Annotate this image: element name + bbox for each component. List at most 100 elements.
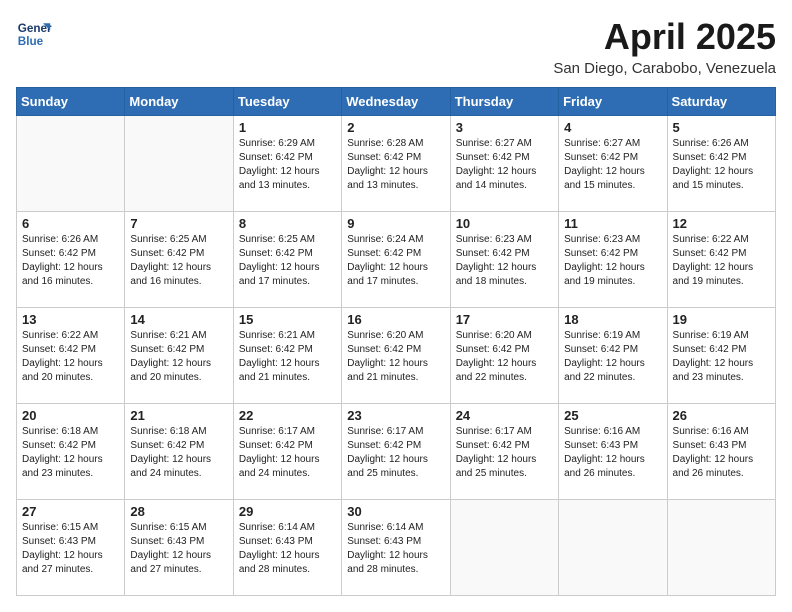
calendar-cell: 28Sunrise: 6:15 AMSunset: 6:43 PMDayligh… <box>125 500 233 596</box>
day-number: 4 <box>564 120 661 135</box>
day-number: 5 <box>673 120 770 135</box>
day-number: 2 <box>347 120 444 135</box>
calendar-cell <box>559 500 667 596</box>
title-block: April 2025 San Diego, Carabobo, Venezuel… <box>553 16 776 77</box>
day-number: 16 <box>347 312 444 327</box>
cell-info: Sunrise: 6:16 AMSunset: 6:43 PMDaylight:… <box>564 425 661 481</box>
calendar-cell: 5 Sunrise: 6:26 AMSunset: 6:42 PMDaylight… <box>667 116 775 212</box>
calendar-week-row: 20 Sunrise: 6:18 AMSunset: 6:42 PMDayligh… <box>17 404 776 500</box>
calendar-cell: 30Sunrise: 6:14 AMSunset: 6:43 PMDayligh… <box>342 500 450 596</box>
day-number: 27 <box>22 504 119 519</box>
day-of-week-header: Thursday <box>450 88 558 116</box>
calendar-cell: 16 Sunrise: 6:20 AMSunset: 6:42 PMDayligh… <box>342 308 450 404</box>
cell-info: Sunrise: 6:21 AMSunset: 6:42 PMDaylight:… <box>239 329 336 385</box>
calendar-cell: 3Sunrise: 6:27 AMSunset: 6:42 PMDaylight… <box>450 116 558 212</box>
day-of-week-header: Wednesday <box>342 88 450 116</box>
calendar-cell: 13 Sunrise: 6:22 AMSunset: 6:42 PMDayligh… <box>17 308 125 404</box>
calendar-cell <box>125 116 233 212</box>
day-number: 22 <box>239 408 336 423</box>
logo: General Blue <box>16 16 52 52</box>
day-number: 7 <box>130 216 227 231</box>
day-number: 9 <box>347 216 444 231</box>
day-number: 6 <box>22 216 119 231</box>
day-number: 13 <box>22 312 119 327</box>
calendar-cell: 29 Sunrise: 6:14 AMSunset: 6:43 PMDayligh… <box>233 500 341 596</box>
day-number: 17 <box>456 312 553 327</box>
day-number: 25 <box>564 408 661 423</box>
cell-info: Sunrise: 6:22 AMSunset: 6:42 PMDaylight:… <box>22 329 119 385</box>
day-of-week-header: Monday <box>125 88 233 116</box>
day-number: 29 <box>239 504 336 519</box>
calendar-cell: 12Sunrise: 6:22 AMSunset: 6:42 PMDayligh… <box>667 212 775 308</box>
cell-info: Sunrise: 6:20 AMSunset: 6:42 PMDaylight:… <box>347 329 444 385</box>
calendar-cell: 1Sunrise: 6:29 AMSunset: 6:42 PMDaylight… <box>233 116 341 212</box>
day-number: 8 <box>239 216 336 231</box>
calendar-cell: 9 Sunrise: 6:24 AMSunset: 6:42 PMDaylight… <box>342 212 450 308</box>
cell-info: Sunrise: 6:17 AMSunset: 6:42 PMDaylight:… <box>456 425 553 481</box>
calendar-cell: 24 Sunrise: 6:17 AMSunset: 6:42 PMDayligh… <box>450 404 558 500</box>
calendar-cell <box>17 116 125 212</box>
calendar-cell: 14Sunrise: 6:21 AMSunset: 6:42 PMDayligh… <box>125 308 233 404</box>
day-of-week-header: Sunday <box>17 88 125 116</box>
calendar-header-row: SundayMondayTuesdayWednesdayThursdayFrid… <box>17 88 776 116</box>
calendar-cell: 15 Sunrise: 6:21 AMSunset: 6:42 PMDayligh… <box>233 308 341 404</box>
month-title: April 2025 <box>553 16 776 58</box>
cell-info: Sunrise: 6:21 AMSunset: 6:42 PMDaylight:… <box>130 329 227 385</box>
calendar-cell: 8Sunrise: 6:25 AMSunset: 6:42 PMDaylight… <box>233 212 341 308</box>
cell-info: Sunrise: 6:28 AMSunset: 6:42 PMDaylight:… <box>347 137 444 193</box>
cell-info: Sunrise: 6:19 AMSunset: 6:42 PMDaylight:… <box>673 329 770 385</box>
calendar-cell: 20 Sunrise: 6:18 AMSunset: 6:42 PMDayligh… <box>17 404 125 500</box>
cell-info: Sunrise: 6:26 AMSunset: 6:42 PMDaylight:… <box>22 233 119 289</box>
calendar-cell: 6 Sunrise: 6:26 AMSunset: 6:42 PMDaylight… <box>17 212 125 308</box>
cell-info: Sunrise: 6:24 AMSunset: 6:42 PMDaylight:… <box>347 233 444 289</box>
calendar-cell: 22 Sunrise: 6:17 AMSunset: 6:42 PMDayligh… <box>233 404 341 500</box>
calendar-cell: 23 Sunrise: 6:17 AMSunset: 6:42 PMDayligh… <box>342 404 450 500</box>
cell-info: Sunrise: 6:27 AMSunset: 6:42 PMDaylight:… <box>564 137 661 193</box>
day-of-week-header: Saturday <box>667 88 775 116</box>
day-number: 23 <box>347 408 444 423</box>
cell-info: Sunrise: 6:23 AMSunset: 6:42 PMDaylight:… <box>564 233 661 289</box>
cell-info: Sunrise: 6:19 AMSunset: 6:42 PMDaylight:… <box>564 329 661 385</box>
cell-info: Sunrise: 6:26 AMSunset: 6:42 PMDaylight:… <box>673 137 770 193</box>
day-number: 20 <box>22 408 119 423</box>
day-number: 30 <box>347 504 444 519</box>
logo-icon: General Blue <box>16 16 52 52</box>
calendar-week-row: 27 Sunrise: 6:15 AMSunset: 6:43 PMDayligh… <box>17 500 776 596</box>
calendar-week-row: 1Sunrise: 6:29 AMSunset: 6:42 PMDaylight… <box>17 116 776 212</box>
day-number: 11 <box>564 216 661 231</box>
day-number: 18 <box>564 312 661 327</box>
location: San Diego, Carabobo, Venezuela <box>553 60 776 77</box>
day-of-week-header: Tuesday <box>233 88 341 116</box>
cell-info: Sunrise: 6:17 AMSunset: 6:42 PMDaylight:… <box>239 425 336 481</box>
cell-info: Sunrise: 6:18 AMSunset: 6:42 PMDaylight:… <box>130 425 227 481</box>
cell-info: Sunrise: 6:20 AMSunset: 6:42 PMDaylight:… <box>456 329 553 385</box>
header: General Blue April 2025 San Diego, Carab… <box>16 16 776 77</box>
calendar-cell: 18 Sunrise: 6:19 AMSunset: 6:42 PMDayligh… <box>559 308 667 404</box>
day-number: 24 <box>456 408 553 423</box>
cell-info: Sunrise: 6:17 AMSunset: 6:42 PMDaylight:… <box>347 425 444 481</box>
cell-info: Sunrise: 6:15 AMSunset: 6:43 PMDaylight:… <box>130 521 227 577</box>
cell-info: Sunrise: 6:25 AMSunset: 6:42 PMDaylight:… <box>130 233 227 289</box>
calendar-cell: 25 Sunrise: 6:16 AMSunset: 6:43 PMDayligh… <box>559 404 667 500</box>
cell-info: Sunrise: 6:18 AMSunset: 6:42 PMDaylight:… <box>22 425 119 481</box>
calendar-cell: 19 Sunrise: 6:19 AMSunset: 6:42 PMDayligh… <box>667 308 775 404</box>
cell-info: Sunrise: 6:15 AMSunset: 6:43 PMDaylight:… <box>22 521 119 577</box>
day-number: 19 <box>673 312 770 327</box>
day-number: 10 <box>456 216 553 231</box>
calendar-cell: 17 Sunrise: 6:20 AMSunset: 6:42 PMDayligh… <box>450 308 558 404</box>
day-number: 21 <box>130 408 227 423</box>
day-of-week-header: Friday <box>559 88 667 116</box>
calendar-cell: 4 Sunrise: 6:27 AMSunset: 6:42 PMDaylight… <box>559 116 667 212</box>
day-number: 15 <box>239 312 336 327</box>
calendar-week-row: 13 Sunrise: 6:22 AMSunset: 6:42 PMDayligh… <box>17 308 776 404</box>
calendar-cell: 27 Sunrise: 6:15 AMSunset: 6:43 PMDayligh… <box>17 500 125 596</box>
svg-text:Blue: Blue <box>18 35 44 48</box>
calendar-week-row: 6 Sunrise: 6:26 AMSunset: 6:42 PMDaylight… <box>17 212 776 308</box>
calendar-cell: 21 Sunrise: 6:18 AMSunset: 6:42 PMDayligh… <box>125 404 233 500</box>
calendar-cell: 10 Sunrise: 6:23 AMSunset: 6:42 PMDayligh… <box>450 212 558 308</box>
cell-info: Sunrise: 6:14 AMSunset: 6:43 PMDaylight:… <box>239 521 336 577</box>
calendar-cell <box>667 500 775 596</box>
cell-info: Sunrise: 6:23 AMSunset: 6:42 PMDaylight:… <box>456 233 553 289</box>
calendar-table: SundayMondayTuesdayWednesdayThursdayFrid… <box>16 87 776 596</box>
calendar-cell: 7 Sunrise: 6:25 AMSunset: 6:42 PMDaylight… <box>125 212 233 308</box>
